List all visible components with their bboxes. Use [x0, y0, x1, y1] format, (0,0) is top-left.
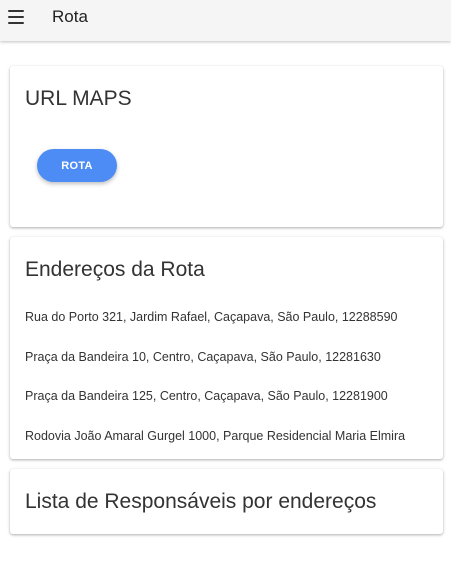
responsaveis-title: Lista de Responsáveis por endereços [25, 490, 377, 513]
hamburger-menu-icon[interactable] [8, 10, 24, 24]
list-item[interactable]: Rodovia João Amaral Gurgel 1000, Parque … [25, 428, 443, 460]
rota-button[interactable]: ROTA [37, 149, 117, 182]
enderecos-title: Endereços da Rota [25, 258, 205, 281]
enderecos-card: Endereços da Rota Rua do Porto 321, Jard… [10, 237, 443, 459]
list-item[interactable]: Praça da Bandeira 10, Centro, Caçapava, … [25, 349, 443, 389]
list-item[interactable]: Rua do Porto 321, Jardim Rafael, Caçapav… [25, 309, 443, 349]
page-title: Rota [52, 7, 88, 26]
address-list: Rua do Porto 321, Jardim Rafael, Caçapav… [25, 309, 443, 459]
url-maps-card: URL MAPS ROTA [10, 66, 443, 227]
responsaveis-card: Lista de Responsáveis por endereços [10, 469, 443, 534]
app-bar: Rota [0, 0, 451, 41]
list-item[interactable]: Praça da Bandeira 125, Centro, Caçapava,… [25, 388, 443, 428]
url-maps-title: URL MAPS [25, 87, 132, 110]
